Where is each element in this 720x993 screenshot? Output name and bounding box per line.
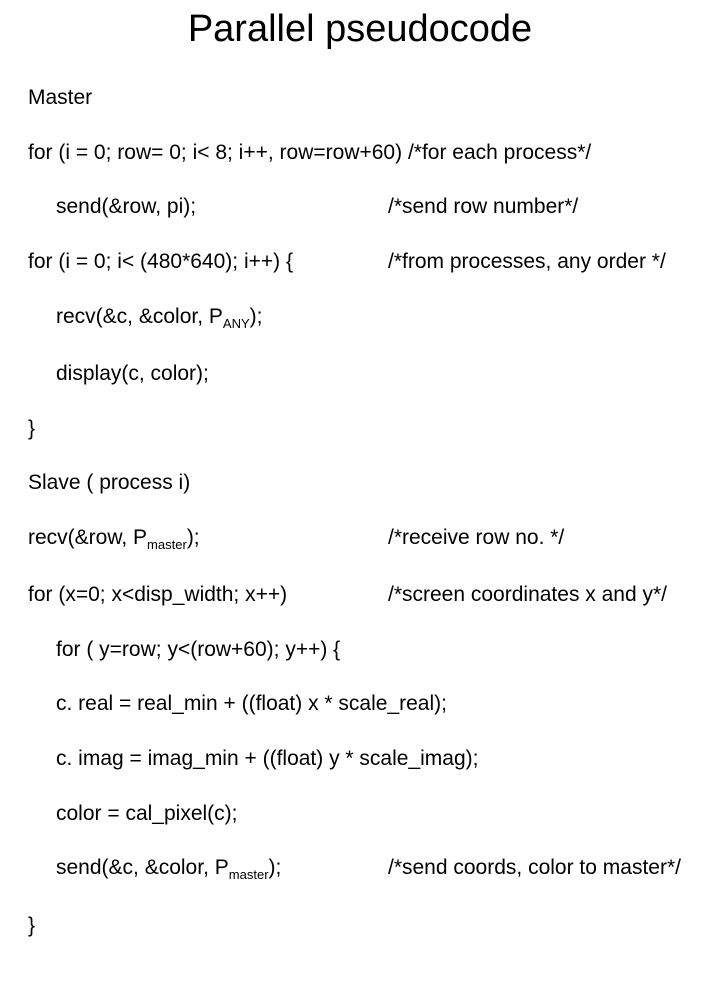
comment: /*send row number*/ (388, 193, 578, 220)
text: send(&row, pi); (28, 193, 196, 220)
comment: /*receive row no. */ (388, 524, 564, 551)
code-line: c. real = real_min + ((float) x * scale_… (28, 690, 692, 717)
text: ); (187, 526, 200, 549)
code-line: for (i = 0; row= 0; i< 8; i++, row=row+6… (28, 139, 692, 166)
text: recv(&row, Pmaster); (28, 526, 200, 549)
code-line: c. imag = imag_min + ((float) y * scale_… (28, 745, 692, 772)
code-line: for (x=0; x<disp_width; x++) /*screen coo… (28, 581, 692, 608)
comment: /*send coords, color to master*/ (388, 854, 681, 881)
text: color = cal_pixel(c); (28, 800, 237, 827)
code-line: } (28, 415, 692, 442)
comment: /*from processes, any order */ (388, 248, 666, 275)
slide-title: Parallel pseudocode (28, 8, 692, 51)
text: recv(&row, P (28, 526, 147, 549)
subscript: master (147, 537, 187, 552)
code-line: recv(&c, &color, PANY); (28, 303, 692, 333)
text: for (x=0; x<disp_width; x++) (28, 583, 287, 606)
text: recv(&c, &color, P (56, 305, 223, 328)
text: for (i = 0; i< (480*640); i++) { (28, 250, 293, 273)
text: for ( y=row; y<(row+60); y++) { (28, 636, 340, 663)
text: send(&c, &color, Pmaster); (28, 854, 281, 884)
code-line: for ( y=row; y<(row+60); y++) { (28, 636, 692, 663)
code-line: color = cal_pixel(c); (28, 800, 692, 827)
text: ); (269, 856, 282, 879)
heading-master: Master (28, 84, 692, 111)
comment: /*screen coordinates x and y*/ (388, 581, 667, 608)
text: c. real = real_min + ((float) x * scale_… (28, 690, 447, 717)
text: recv(&c, &color, PANY); (28, 303, 262, 333)
code-block: Master for (i = 0; row= 0; i< 8; i++, ro… (28, 57, 692, 993)
text: display(c, color); (28, 360, 209, 387)
code-line: recv(&row, Pmaster); /*receive row no. */ (28, 524, 692, 554)
text: ); (250, 305, 263, 328)
code-line: send(&row, pi); /*send row number*/ (28, 193, 692, 220)
text: c. imag = imag_min + ((float) y * scale_… (28, 745, 478, 772)
subscript: master (229, 867, 269, 882)
text: for (i = 0; row= 0; i< 8; i++, row=row+6… (28, 141, 408, 164)
code-line: } (28, 912, 692, 939)
code-line: send(&c, &color, Pmaster); /*send coords,… (28, 854, 692, 884)
heading-slave: Slave ( process i) (28, 469, 692, 496)
comment: /*for each process*/ (408, 141, 591, 164)
text: send(&c, &color, P (56, 856, 229, 879)
code-line: for (i = 0; i< (480*640); i++) { /*from p… (28, 248, 692, 275)
code-line: display(c, color); (28, 360, 692, 387)
subscript: ANY (223, 316, 250, 331)
slide: Parallel pseudocode Master for (i = 0; r… (0, 0, 720, 540)
